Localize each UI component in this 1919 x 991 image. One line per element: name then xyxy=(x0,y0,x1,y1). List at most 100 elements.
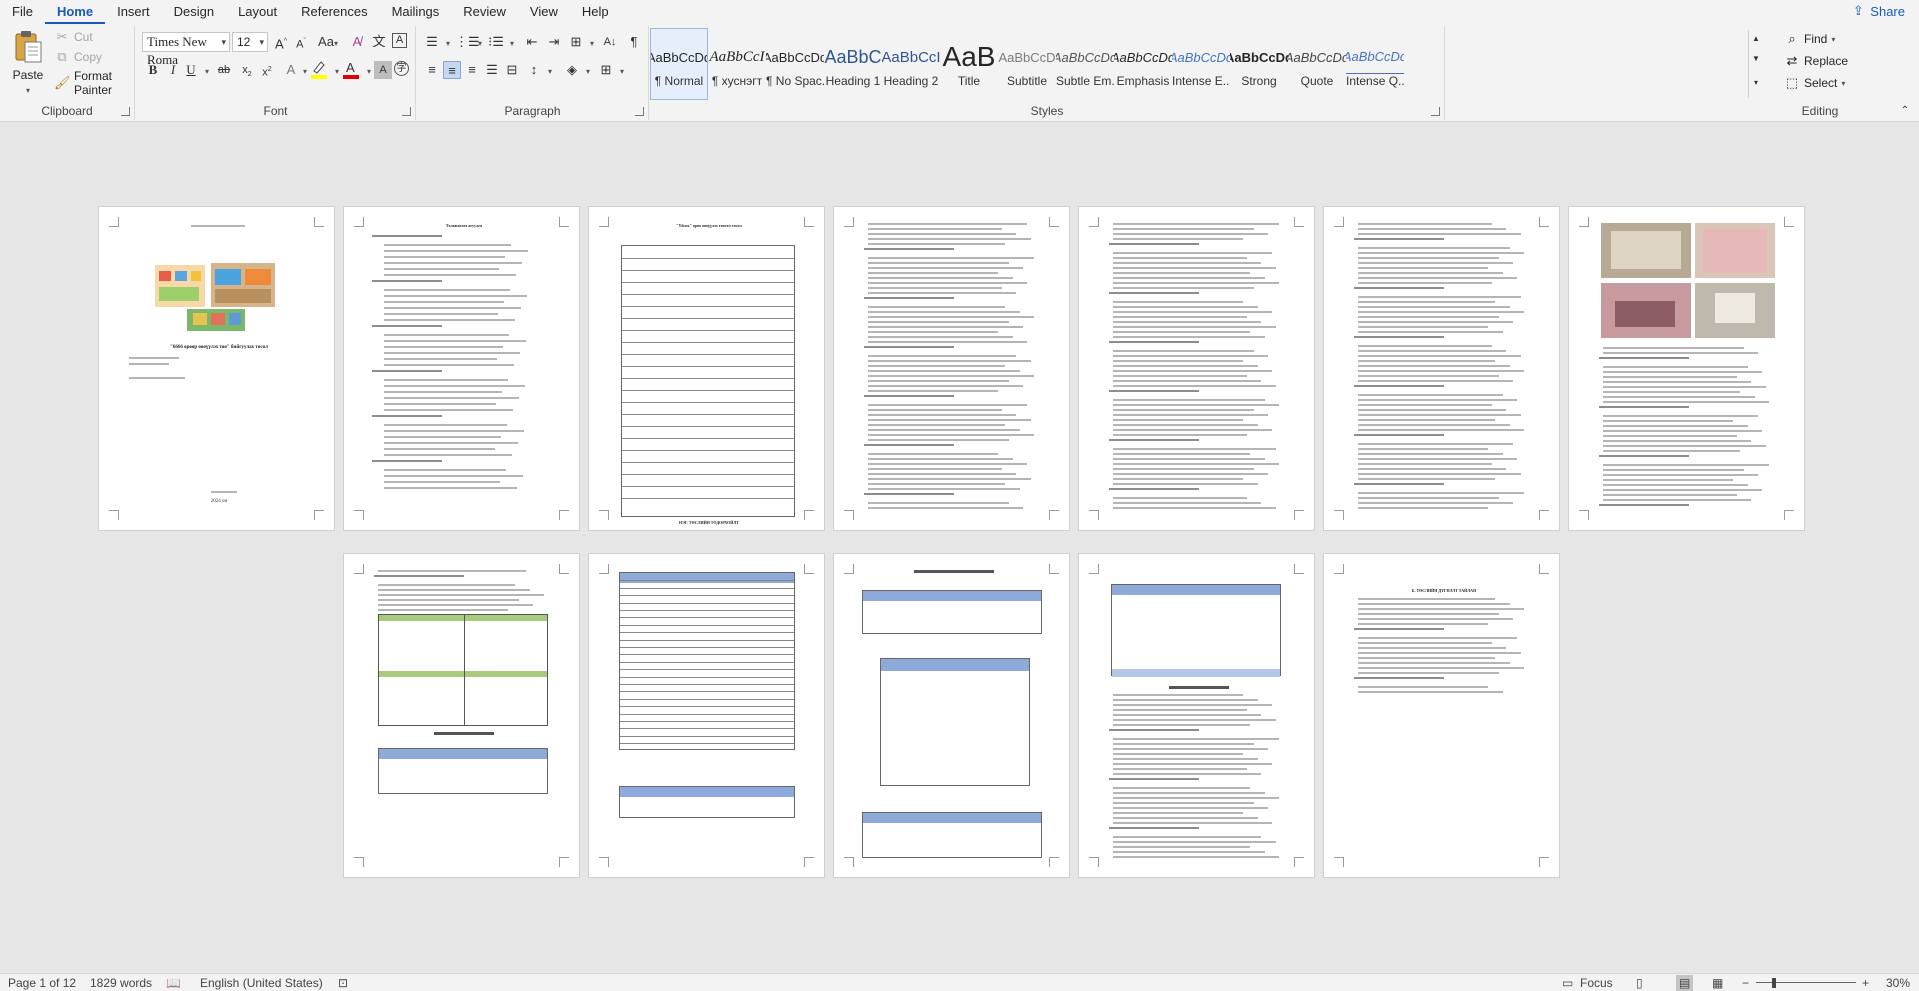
page-6[interactable] xyxy=(1323,206,1560,531)
page-1[interactable]: "6666 өрөөр өөөүүлэх төө" бийгуулах төсө… xyxy=(98,206,335,531)
justify-icon[interactable]: ☰ xyxy=(483,61,501,79)
page-9[interactable] xyxy=(588,553,825,878)
language-indicator[interactable]: English (United States) xyxy=(200,975,323,991)
multilevel-dropdown-icon[interactable]: ▾ xyxy=(503,33,521,51)
menu-help[interactable]: Help xyxy=(570,2,621,24)
menu-mailings[interactable]: Mailings xyxy=(380,2,452,24)
page-12[interactable]: Б. ТӨСЛИЙН ДҮГНЭЛТ ТАЙЛАН xyxy=(1323,553,1560,878)
paragraph-launcher-icon[interactable] xyxy=(635,107,644,116)
menu-design[interactable]: Design xyxy=(162,2,226,24)
superscript-icon[interactable]: x2 xyxy=(258,61,276,79)
shading-dropdown-icon[interactable]: ▾ xyxy=(579,61,597,79)
strikethrough-icon[interactable]: ab xyxy=(212,61,236,79)
page-10[interactable] xyxy=(833,553,1070,878)
document-canvas[interactable]: "6666 өрөөр өөөүүлэх төө" бийгуулах төсө… xyxy=(0,122,1919,973)
font-family-select[interactable]: Times New Roma ▾ xyxy=(142,32,230,67)
italic-icon[interactable]: I xyxy=(164,61,182,79)
grow-font-icon[interactable]: A^ xyxy=(272,33,290,51)
show-formatting-icon[interactable]: ¶ xyxy=(625,33,643,51)
style-emphasis[interactable]: AaBbCcDd Emphasis xyxy=(1114,28,1172,100)
styles-more-icon[interactable]: ▾ xyxy=(1749,74,1763,92)
paste-button[interactable]: Paste ▾ xyxy=(6,30,50,96)
collapse-ribbon-icon[interactable]: ⌃ xyxy=(1896,102,1914,120)
menu-review[interactable]: Review xyxy=(451,2,518,24)
focus-icon[interactable]: ▭ xyxy=(1562,975,1573,991)
zoom-slider[interactable] xyxy=(1756,982,1856,983)
menu-file[interactable]: File xyxy=(0,2,45,24)
select-button[interactable]: ⬚ Select ▾ xyxy=(1784,75,1846,91)
style-quote[interactable]: AaBbCcDd Quote xyxy=(1288,28,1346,100)
styles-scroll-down-icon[interactable]: ▼ xyxy=(1749,50,1763,68)
menu-home[interactable]: Home xyxy=(44,2,106,24)
style-subtitle[interactable]: AaBbCcD Subtitle xyxy=(998,28,1056,100)
copy-button[interactable]: ⧉ Copy xyxy=(54,49,102,65)
menu-references[interactable]: References xyxy=(289,2,379,24)
page-4[interactable] xyxy=(833,206,1070,531)
clear-formatting-icon[interactable]: A̸ xyxy=(348,33,366,51)
accessibility-icon[interactable]: ⊡ xyxy=(338,975,348,991)
change-case-icon[interactable]: Aa▾ xyxy=(316,33,340,51)
menu-layout[interactable]: Layout xyxy=(226,2,289,24)
style-strong[interactable]: AaBbCcDd Strong xyxy=(1230,28,1288,100)
font-launcher-icon[interactable] xyxy=(402,107,411,116)
page-count[interactable]: Page 1 of 12 xyxy=(8,975,76,991)
word-count[interactable]: 1829 words xyxy=(90,975,152,991)
menu-insert[interactable]: Insert xyxy=(105,2,162,24)
find-button[interactable]: ⌕ Find ▾ xyxy=(1784,31,1835,47)
style-no-spacing[interactable]: AaBbCcDd ¶ No Spac... xyxy=(766,28,824,100)
highlight-icon[interactable] xyxy=(310,59,328,79)
borders-dropdown-icon[interactable]: ▾ xyxy=(613,61,631,79)
zoom-level[interactable]: 30% xyxy=(1886,975,1910,991)
align-right-icon[interactable]: ≡ xyxy=(463,61,481,79)
style-heading-1[interactable]: AaBbC Heading 1 xyxy=(824,28,882,100)
zoom-thumb[interactable] xyxy=(1772,978,1776,988)
page-7[interactable] xyxy=(1568,206,1805,531)
page-3[interactable]: "Үйлэх" өрөө өөөүүлэх төөсөл төсөл НЭГ. … xyxy=(588,206,825,531)
style-intense-emphasis[interactable]: AaBbCcDd Intense E... xyxy=(1172,28,1230,100)
shrink-font-icon[interactable]: Aˇ xyxy=(292,33,310,51)
page-2[interactable]: Төлөвлөлөх агуулга xyxy=(343,206,580,531)
line-spacing-dropdown-icon[interactable]: ▾ xyxy=(541,61,559,79)
decrease-indent-icon[interactable]: ⇤ xyxy=(523,33,541,51)
zoom-out-icon[interactable]: − xyxy=(1742,975,1749,991)
style-heading-2[interactable]: AaBbCcI Heading 2 xyxy=(882,28,940,100)
character-shading-icon[interactable]: A xyxy=(374,61,392,79)
focus-label[interactable]: Focus xyxy=(1580,975,1613,991)
text-line xyxy=(868,243,1005,245)
text-line xyxy=(1358,277,1517,279)
styles-launcher-icon[interactable] xyxy=(1431,107,1440,116)
style-subtle-emphasis[interactable]: AaBbCcDd Subtle Em... xyxy=(1056,28,1114,100)
clipboard-launcher-icon[interactable] xyxy=(121,107,130,116)
distributed-icon[interactable]: ⊟ xyxy=(503,61,521,79)
page-5[interactable] xyxy=(1078,206,1315,531)
bold-icon[interactable]: B xyxy=(144,61,162,79)
enclose-characters-icon[interactable]: 字 xyxy=(394,61,409,76)
page-8[interactable] xyxy=(343,553,580,878)
read-mode-icon[interactable]: ▯ xyxy=(1636,975,1643,991)
sort-icon[interactable]: A↓ xyxy=(601,33,619,51)
phonetic-guide-icon[interactable]: 文 xyxy=(370,33,388,51)
font-color-icon[interactable]: A xyxy=(342,59,360,79)
increase-indent-icon[interactable]: ⇥ xyxy=(545,33,563,51)
zoom-in-icon[interactable]: + xyxy=(1862,975,1869,991)
share-button[interactable]: ⇪ Share xyxy=(1842,1,1913,21)
styles-scroll-up-icon[interactable]: ▲ xyxy=(1749,30,1763,48)
asian-layout-dropdown-icon[interactable]: ▾ xyxy=(583,33,601,51)
print-layout-icon[interactable]: ▤ xyxy=(1676,975,1694,991)
format-painter-button[interactable]: 🖌 Format Painter xyxy=(54,69,134,97)
style-khusnegt[interactable]: AaBbCcI ¶ хуснэгт xyxy=(708,28,766,100)
align-center-icon[interactable]: ≡ xyxy=(443,61,461,79)
font-size-select[interactable]: 12 ▾ xyxy=(232,32,268,52)
style-normal[interactable]: AaBbCcDd ¶ Normal xyxy=(650,28,708,100)
page-11[interactable] xyxy=(1078,553,1315,878)
character-border-icon[interactable]: A xyxy=(392,33,407,48)
style-title[interactable]: AaB Title xyxy=(940,28,998,100)
web-layout-icon[interactable]: ▦ xyxy=(1712,975,1723,991)
proofing-icon[interactable]: 📖 xyxy=(166,975,181,991)
menu-view[interactable]: View xyxy=(518,2,570,24)
align-left-icon[interactable]: ≡ xyxy=(423,61,441,79)
cut-button[interactable]: ✂ Cut xyxy=(54,29,93,45)
style-intense-quote[interactable]: AaBbCcDd Intense Q... xyxy=(1346,28,1404,100)
replace-button[interactable]: ⇄ Replace xyxy=(1784,53,1848,69)
subscript-icon[interactable]: x2 xyxy=(238,61,256,79)
